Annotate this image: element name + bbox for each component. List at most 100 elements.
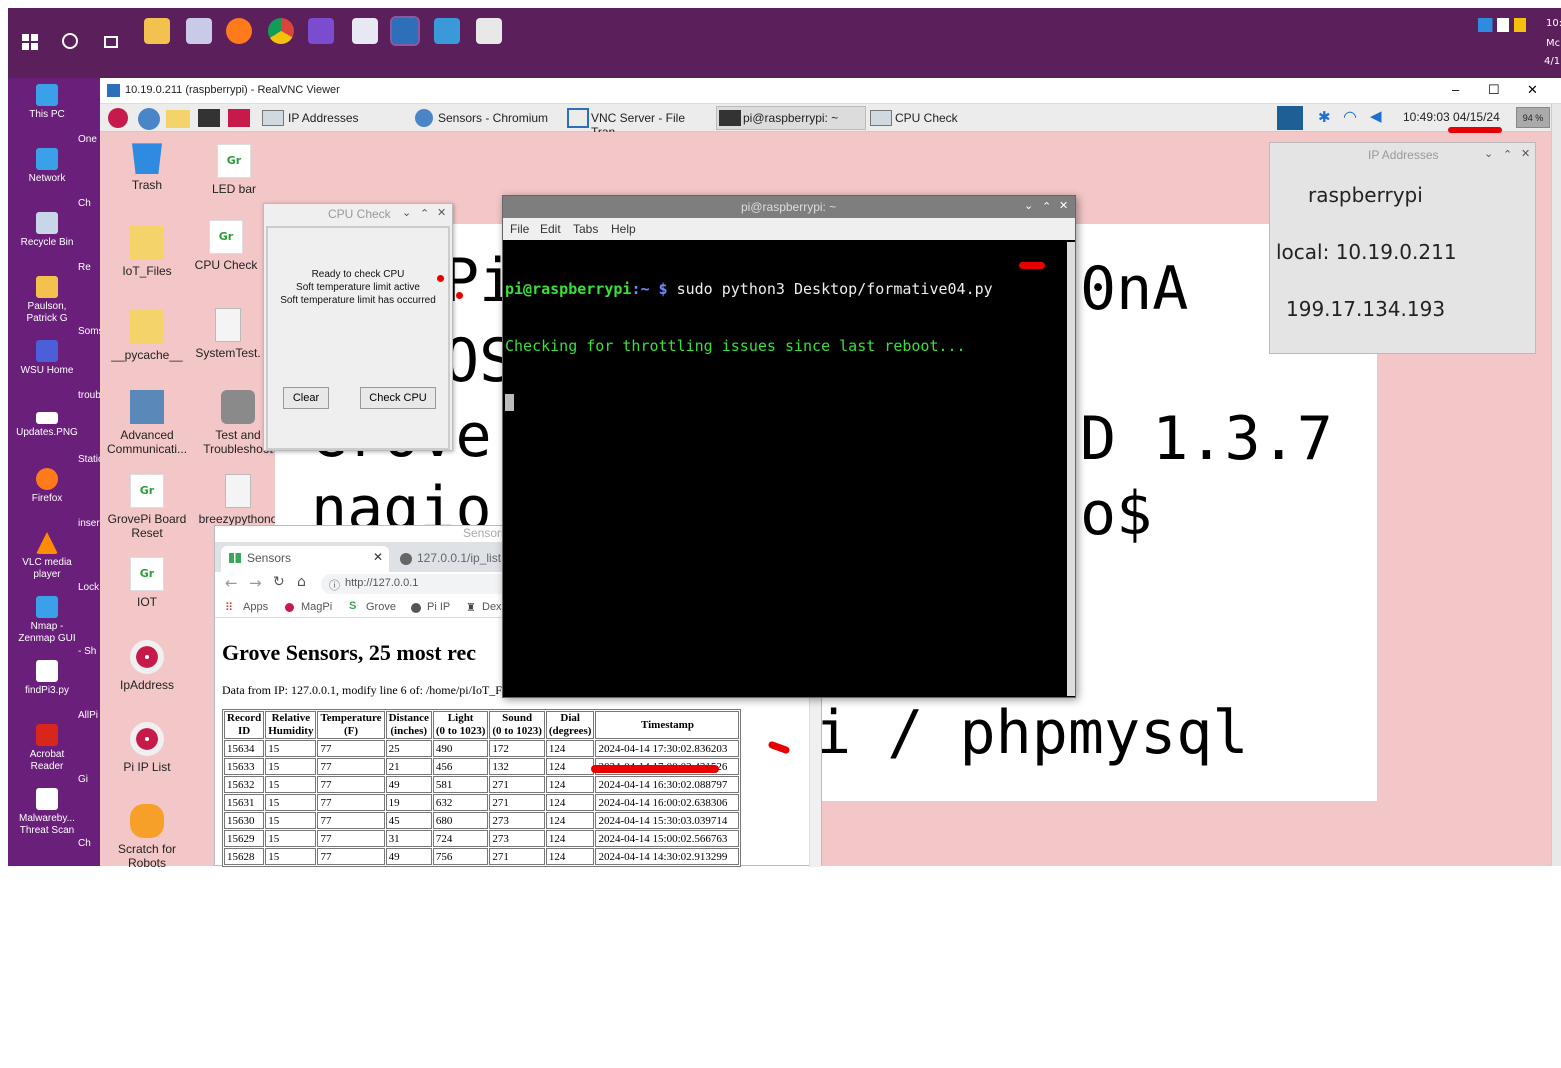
pi-icon-led-bar[interactable]: Gr LED bar xyxy=(194,144,274,196)
close-icon[interactable]: ✕ xyxy=(437,206,446,219)
task-terminal[interactable]: pi@raspberrypi: ~ xyxy=(716,106,866,130)
chevron-down-icon[interactable]: ⌄ xyxy=(1024,199,1033,212)
desktop-icon-firefox[interactable]: Firefox xyxy=(12,468,82,505)
task-ip-addresses[interactable]: IP Addresses xyxy=(260,107,410,129)
pi-icon-grovepi-reset[interactable]: Gr GrovePi Board Reset xyxy=(107,474,187,540)
cpu-check-window[interactable]: CPU Check ⌄ ⌃ ✕ Ready to check CPU Soft … xyxy=(263,203,453,451)
terminal-window[interactable]: pi@raspberrypi: ~ ⌄ ⌃ ✕ File Edit Tabs H… xyxy=(502,195,1076,698)
pi-icon-breezypython[interactable]: breezypythono xyxy=(198,474,278,526)
chevron-down-icon[interactable]: ⌄ xyxy=(402,206,411,219)
desktop-icon-partial[interactable]: Uni xyxy=(78,876,100,940)
pi-icon-iot-files[interactable]: IoT_Files xyxy=(107,226,187,278)
desktop-icon-partial[interactable]: Static xyxy=(78,428,100,492)
bookmark-pi-ip[interactable]: Pi IP xyxy=(427,601,450,613)
clear-button[interactable]: Clear xyxy=(283,387,329,409)
terminal-output[interactable]: pi@raspberrypi:~ $ sudo python3 Desktop/… xyxy=(505,242,1065,696)
check-cpu-button[interactable]: Check CPU xyxy=(360,387,436,409)
cpu-usage-monitor[interactable]: 94 % xyxy=(1516,107,1550,128)
menu-tabs[interactable]: Tabs xyxy=(573,222,598,236)
firefox-icon[interactable] xyxy=(226,18,252,44)
start-icon[interactable] xyxy=(22,34,38,50)
home-icon[interactable]: ⌂ xyxy=(297,574,306,590)
desktop-icon-partial[interactable]: Gi Ch xyxy=(78,748,100,876)
bookmark-grove[interactable]: Grove xyxy=(366,601,396,613)
chrome-icon[interactable] xyxy=(268,18,294,44)
maximize-button[interactable]: ☐ xyxy=(1488,82,1500,98)
snip-icon[interactable] xyxy=(186,18,212,44)
close-icon[interactable]: ✕ xyxy=(1059,199,1068,212)
terminal-scrollbar[interactable] xyxy=(1067,242,1075,696)
file-manager-icon[interactable] xyxy=(166,110,190,128)
menu-file[interactable]: File xyxy=(510,222,529,236)
pi-icon-systemtest[interactable]: SystemTest. xyxy=(188,308,268,360)
desktop-icon-partial[interactable]: One xyxy=(78,108,100,172)
ip-window-titlebar[interactable]: IP Addresses ⌄ ⌃ ✕ xyxy=(1270,143,1535,167)
tray-clock-time[interactable]: 10: xyxy=(1546,18,1561,29)
ip-addresses-window[interactable]: IP Addresses ⌄ ⌃ ✕ raspberrypi local: 10… xyxy=(1269,142,1536,354)
desktop-icon-this-pc[interactable]: This PC xyxy=(12,84,82,121)
app-launcher-icon[interactable] xyxy=(228,109,250,127)
cpu-window-titlebar[interactable]: CPU Check ⌄ ⌃ ✕ xyxy=(264,204,452,225)
terminal-icon[interactable] xyxy=(198,109,220,127)
wifi-icon[interactable]: ◠ xyxy=(1343,107,1357,127)
chevron-down-icon[interactable]: ⌄ xyxy=(1484,147,1493,160)
desktop-icon-recycle-bin[interactable]: Recycle Bin xyxy=(12,212,82,249)
forward-icon[interactable]: → xyxy=(249,574,262,592)
desktop-icon-acrobat[interactable]: Acrobat Reader xyxy=(12,724,82,773)
desktop-icon-network[interactable]: Network xyxy=(12,148,82,185)
desktop-icon-malwarebytes[interactable]: Malwareby... Threat Scan xyxy=(12,788,82,837)
desktop-icon-partial[interactable]: BadS xyxy=(78,940,100,1004)
chevron-up-icon[interactable]: ⌃ xyxy=(1042,200,1051,213)
vnc-scrollbar[interactable] xyxy=(1551,104,1561,866)
close-button[interactable]: ✕ xyxy=(1527,82,1538,98)
terminal-titlebar[interactable]: pi@raspberrypi: ~ ⌄ ⌃ ✕ xyxy=(503,196,1075,218)
raspberry-icon[interactable] xyxy=(476,18,502,44)
task-sensors-chromium[interactable]: Sensors - Chromium xyxy=(413,107,563,129)
pi-icon-trash[interactable]: Trash xyxy=(107,140,187,192)
app-icon[interactable] xyxy=(434,18,460,44)
task-view-icon[interactable] xyxy=(104,36,118,48)
address-bar[interactable]: ⓘ http://127.0.0.1 xyxy=(321,574,531,594)
close-tab-icon[interactable]: ✕ xyxy=(373,550,383,564)
desktop-icon-partial[interactable]: Ch Re xyxy=(78,172,100,300)
desktop-icon-nmap[interactable]: Nmap - Zenmap GUI xyxy=(12,596,82,645)
pi-icon-scratch[interactable]: Scratch for Robots xyxy=(107,804,187,870)
desktop-icon-partial[interactable]: troub xyxy=(78,364,100,428)
back-icon[interactable]: ← xyxy=(225,574,238,592)
reload-icon[interactable]: ↻ xyxy=(273,574,285,590)
pi-icon-cpu-check[interactable]: Gr CPU Check xyxy=(186,220,266,272)
desktop-icon-partial[interactable]: inser xyxy=(78,492,100,556)
vnc-tray-icon[interactable] xyxy=(1277,106,1303,130)
pi-icon-iot[interactable]: Gr IOT xyxy=(107,557,187,609)
vnc-titlebar[interactable]: 10.19.0.211 (raspberrypi) - RealVNC View… xyxy=(100,78,1561,104)
minimize-button[interactable]: – xyxy=(1452,82,1459,97)
web-browser-icon[interactable] xyxy=(138,108,160,130)
bookmark-magpi[interactable]: MagPi xyxy=(301,601,332,613)
visual-studio-icon[interactable] xyxy=(308,18,334,44)
menu-help[interactable]: Help xyxy=(611,222,636,236)
task-cpu-check[interactable]: CPU Check xyxy=(868,107,1018,129)
volume-icon[interactable]: ◀ xyxy=(1370,107,1382,125)
pi-clock[interactable]: 10:49:03 04/15/24 xyxy=(1403,110,1500,124)
desktop-icon-wsu-home[interactable]: WSU Home xyxy=(12,340,82,377)
chevron-up-icon[interactable]: ⌃ xyxy=(420,207,429,220)
desktop-icon-vlc[interactable]: VLC media player xyxy=(12,532,82,581)
tab-sensors[interactable]: Sensors ✕ xyxy=(221,546,389,572)
bookmark-dex[interactable]: Dex xyxy=(482,601,502,613)
close-icon[interactable]: ✕ xyxy=(1521,147,1530,160)
task-vnc-file-transfer[interactable]: VNC Server - File Tran... xyxy=(565,107,715,139)
desktop-icon-findpi[interactable]: findPi3.py xyxy=(12,660,82,697)
file-explorer-icon[interactable] xyxy=(144,18,170,44)
pi-icon-advanced-communication[interactable]: Advanced Communicati... xyxy=(107,390,187,456)
bluetooth-icon[interactable]: ✱ xyxy=(1318,108,1331,126)
bookmark-apps[interactable]: Apps xyxy=(243,601,268,613)
desktop-icon-user-folder[interactable]: Paulson, Patrick G xyxy=(12,276,82,325)
raspberry-menu-icon[interactable] xyxy=(108,108,128,128)
desktop-icon-partial[interactable]: Soms xyxy=(78,300,100,364)
desktop-icon-partial[interactable]: Mult xyxy=(78,1004,100,1068)
pi-icon-pycache[interactable]: __pycache__ xyxy=(107,310,187,362)
desktop-icon-partial[interactable]: AllPi xyxy=(78,684,100,748)
desktop-icon-updates[interactable]: Updates.PNG xyxy=(12,404,82,439)
search-icon[interactable] xyxy=(62,33,78,49)
pdf-icon[interactable] xyxy=(352,18,378,44)
